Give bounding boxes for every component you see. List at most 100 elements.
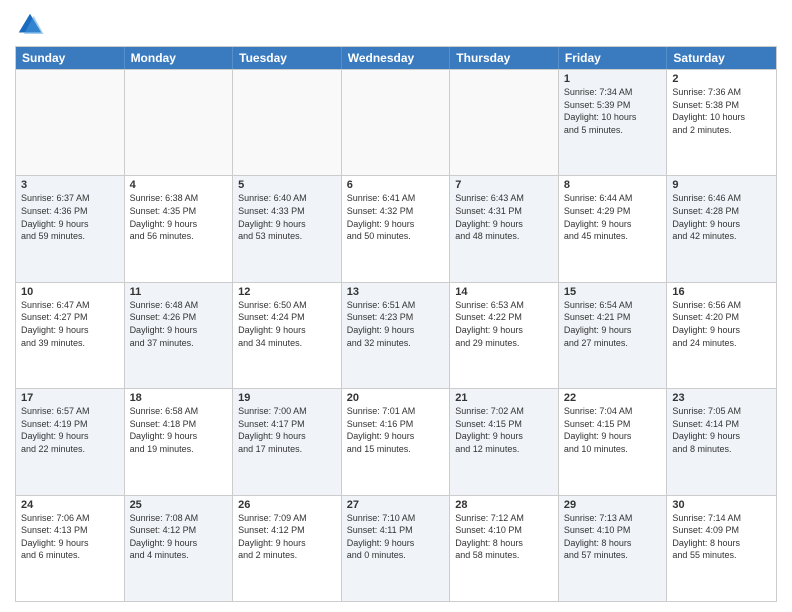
cal-cell: 12Sunrise: 6:50 AM Sunset: 4:24 PM Dayli… xyxy=(233,283,342,388)
day-number: 21 xyxy=(455,392,553,404)
day-detail: Sunrise: 7:09 AM Sunset: 4:12 PM Dayligh… xyxy=(238,512,336,562)
day-detail: Sunrise: 7:01 AM Sunset: 4:16 PM Dayligh… xyxy=(347,405,445,455)
day-number: 9 xyxy=(672,179,771,191)
day-detail: Sunrise: 6:38 AM Sunset: 4:35 PM Dayligh… xyxy=(130,192,228,242)
cal-cell: 5Sunrise: 6:40 AM Sunset: 4:33 PM Daylig… xyxy=(233,176,342,281)
cal-row-0: 1Sunrise: 7:34 AM Sunset: 5:39 PM Daylig… xyxy=(16,69,776,175)
day-detail: Sunrise: 7:12 AM Sunset: 4:10 PM Dayligh… xyxy=(455,512,553,562)
day-number: 7 xyxy=(455,179,553,191)
cal-cell: 20Sunrise: 7:01 AM Sunset: 4:16 PM Dayli… xyxy=(342,389,451,494)
cal-cell: 29Sunrise: 7:13 AM Sunset: 4:10 PM Dayli… xyxy=(559,496,668,601)
cal-cell: 13Sunrise: 6:51 AM Sunset: 4:23 PM Dayli… xyxy=(342,283,451,388)
day-number: 20 xyxy=(347,392,445,404)
day-detail: Sunrise: 7:05 AM Sunset: 4:14 PM Dayligh… xyxy=(672,405,771,455)
cal-cell xyxy=(342,70,451,175)
day-detail: Sunrise: 7:06 AM Sunset: 4:13 PM Dayligh… xyxy=(21,512,119,562)
cal-row-3: 17Sunrise: 6:57 AM Sunset: 4:19 PM Dayli… xyxy=(16,388,776,494)
day-number: 27 xyxy=(347,499,445,511)
cal-cell xyxy=(450,70,559,175)
day-detail: Sunrise: 7:36 AM Sunset: 5:38 PM Dayligh… xyxy=(672,86,771,136)
day-detail: Sunrise: 6:57 AM Sunset: 4:19 PM Dayligh… xyxy=(21,405,119,455)
day-detail: Sunrise: 7:14 AM Sunset: 4:09 PM Dayligh… xyxy=(672,512,771,562)
cal-cell xyxy=(233,70,342,175)
day-detail: Sunrise: 6:50 AM Sunset: 4:24 PM Dayligh… xyxy=(238,299,336,349)
header-day-wednesday: Wednesday xyxy=(342,47,451,69)
cal-cell: 18Sunrise: 6:58 AM Sunset: 4:18 PM Dayli… xyxy=(125,389,234,494)
cal-row-4: 24Sunrise: 7:06 AM Sunset: 4:13 PM Dayli… xyxy=(16,495,776,601)
calendar-header: SundayMondayTuesdayWednesdayThursdayFrid… xyxy=(16,47,776,69)
cal-cell: 28Sunrise: 7:12 AM Sunset: 4:10 PM Dayli… xyxy=(450,496,559,601)
day-detail: Sunrise: 6:37 AM Sunset: 4:36 PM Dayligh… xyxy=(21,192,119,242)
header-day-tuesday: Tuesday xyxy=(233,47,342,69)
day-number: 5 xyxy=(238,179,336,191)
day-detail: Sunrise: 7:08 AM Sunset: 4:12 PM Dayligh… xyxy=(130,512,228,562)
cal-cell: 26Sunrise: 7:09 AM Sunset: 4:12 PM Dayli… xyxy=(233,496,342,601)
day-detail: Sunrise: 6:41 AM Sunset: 4:32 PM Dayligh… xyxy=(347,192,445,242)
day-detail: Sunrise: 7:04 AM Sunset: 4:15 PM Dayligh… xyxy=(564,405,662,455)
cal-cell: 14Sunrise: 6:53 AM Sunset: 4:22 PM Dayli… xyxy=(450,283,559,388)
cal-cell: 17Sunrise: 6:57 AM Sunset: 4:19 PM Dayli… xyxy=(16,389,125,494)
header-day-friday: Friday xyxy=(559,47,668,69)
day-detail: Sunrise: 6:54 AM Sunset: 4:21 PM Dayligh… xyxy=(564,299,662,349)
cal-cell: 16Sunrise: 6:56 AM Sunset: 4:20 PM Dayli… xyxy=(667,283,776,388)
day-number: 15 xyxy=(564,286,662,298)
header-day-saturday: Saturday xyxy=(667,47,776,69)
day-detail: Sunrise: 6:40 AM Sunset: 4:33 PM Dayligh… xyxy=(238,192,336,242)
day-number: 18 xyxy=(130,392,228,404)
header-day-monday: Monday xyxy=(125,47,234,69)
day-number: 6 xyxy=(347,179,445,191)
calendar-body: 1Sunrise: 7:34 AM Sunset: 5:39 PM Daylig… xyxy=(16,69,776,601)
cal-cell xyxy=(16,70,125,175)
day-number: 28 xyxy=(455,499,553,511)
day-detail: Sunrise: 6:51 AM Sunset: 4:23 PM Dayligh… xyxy=(347,299,445,349)
cal-cell: 11Sunrise: 6:48 AM Sunset: 4:26 PM Dayli… xyxy=(125,283,234,388)
logo-icon xyxy=(15,10,45,40)
day-detail: Sunrise: 6:47 AM Sunset: 4:27 PM Dayligh… xyxy=(21,299,119,349)
logo xyxy=(15,10,49,40)
cal-cell: 27Sunrise: 7:10 AM Sunset: 4:11 PM Dayli… xyxy=(342,496,451,601)
day-detail: Sunrise: 7:13 AM Sunset: 4:10 PM Dayligh… xyxy=(564,512,662,562)
cal-cell: 15Sunrise: 6:54 AM Sunset: 4:21 PM Dayli… xyxy=(559,283,668,388)
day-number: 24 xyxy=(21,499,119,511)
day-number: 26 xyxy=(238,499,336,511)
day-detail: Sunrise: 6:46 AM Sunset: 4:28 PM Dayligh… xyxy=(672,192,771,242)
cal-cell: 23Sunrise: 7:05 AM Sunset: 4:14 PM Dayli… xyxy=(667,389,776,494)
day-detail: Sunrise: 6:43 AM Sunset: 4:31 PM Dayligh… xyxy=(455,192,553,242)
cal-cell: 2Sunrise: 7:36 AM Sunset: 5:38 PM Daylig… xyxy=(667,70,776,175)
day-detail: Sunrise: 6:53 AM Sunset: 4:22 PM Dayligh… xyxy=(455,299,553,349)
header xyxy=(15,10,777,40)
day-detail: Sunrise: 6:48 AM Sunset: 4:26 PM Dayligh… xyxy=(130,299,228,349)
header-day-sunday: Sunday xyxy=(16,47,125,69)
day-number: 11 xyxy=(130,286,228,298)
cal-cell: 30Sunrise: 7:14 AM Sunset: 4:09 PM Dayli… xyxy=(667,496,776,601)
day-number: 30 xyxy=(672,499,771,511)
day-number: 17 xyxy=(21,392,119,404)
day-number: 13 xyxy=(347,286,445,298)
cal-cell: 10Sunrise: 6:47 AM Sunset: 4:27 PM Dayli… xyxy=(16,283,125,388)
cal-cell: 1Sunrise: 7:34 AM Sunset: 5:39 PM Daylig… xyxy=(559,70,668,175)
day-number: 1 xyxy=(564,73,662,85)
day-number: 2 xyxy=(672,73,771,85)
day-detail: Sunrise: 7:34 AM Sunset: 5:39 PM Dayligh… xyxy=(564,86,662,136)
day-detail: Sunrise: 6:58 AM Sunset: 4:18 PM Dayligh… xyxy=(130,405,228,455)
cal-row-2: 10Sunrise: 6:47 AM Sunset: 4:27 PM Dayli… xyxy=(16,282,776,388)
day-detail: Sunrise: 7:10 AM Sunset: 4:11 PM Dayligh… xyxy=(347,512,445,562)
day-number: 16 xyxy=(672,286,771,298)
header-day-thursday: Thursday xyxy=(450,47,559,69)
day-number: 12 xyxy=(238,286,336,298)
day-number: 8 xyxy=(564,179,662,191)
cal-cell: 3Sunrise: 6:37 AM Sunset: 4:36 PM Daylig… xyxy=(16,176,125,281)
cal-cell xyxy=(125,70,234,175)
cal-cell: 8Sunrise: 6:44 AM Sunset: 4:29 PM Daylig… xyxy=(559,176,668,281)
cal-cell: 6Sunrise: 6:41 AM Sunset: 4:32 PM Daylig… xyxy=(342,176,451,281)
day-number: 10 xyxy=(21,286,119,298)
day-number: 29 xyxy=(564,499,662,511)
day-number: 25 xyxy=(130,499,228,511)
cal-cell: 19Sunrise: 7:00 AM Sunset: 4:17 PM Dayli… xyxy=(233,389,342,494)
cal-cell: 21Sunrise: 7:02 AM Sunset: 4:15 PM Dayli… xyxy=(450,389,559,494)
day-number: 23 xyxy=(672,392,771,404)
cal-cell: 25Sunrise: 7:08 AM Sunset: 4:12 PM Dayli… xyxy=(125,496,234,601)
day-detail: Sunrise: 6:44 AM Sunset: 4:29 PM Dayligh… xyxy=(564,192,662,242)
cal-cell: 24Sunrise: 7:06 AM Sunset: 4:13 PM Dayli… xyxy=(16,496,125,601)
cal-cell: 7Sunrise: 6:43 AM Sunset: 4:31 PM Daylig… xyxy=(450,176,559,281)
